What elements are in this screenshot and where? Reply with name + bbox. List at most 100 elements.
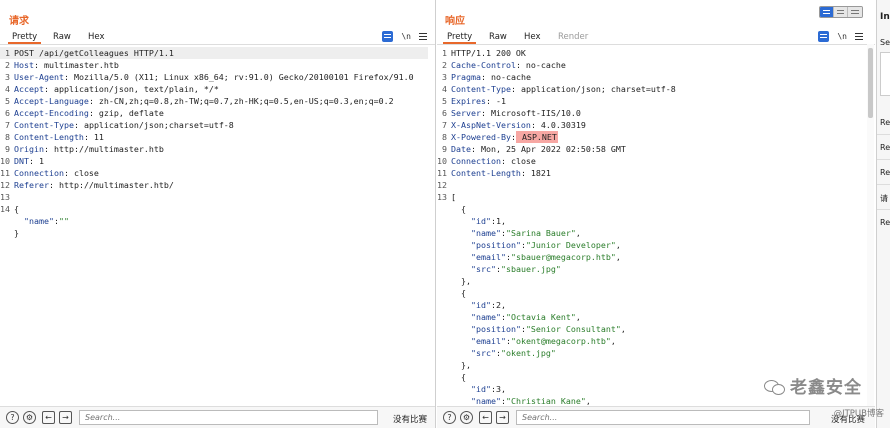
code-text: }, <box>451 360 471 370</box>
inspector-item[interactable]: 请 <box>880 193 888 204</box>
header-name: Date <box>451 144 471 154</box>
json-key: "email" <box>470 336 506 346</box>
line-number: 1 <box>5 48 10 58</box>
json-string-value: "okent.jpg" <box>500 348 556 358</box>
code-text: [ <box>451 192 456 202</box>
request-editor[interactable]: 1 POST /api/getColleagues HTTP/1.1 2 Host: … <box>0 44 435 406</box>
response-editor[interactable]: 1 HTTP/1.1 200 OK 2 Cache-Control: no-cache… <box>437 44 875 406</box>
line-number <box>437 371 451 383</box>
header-name: Referer <box>14 180 49 190</box>
request-tab-pretty[interactable]: Pretty <box>8 30 42 44</box>
header-name: X-Powered-By <box>451 132 511 142</box>
message-actions-icon[interactable] <box>382 30 394 42</box>
code-line: "id":2, <box>437 299 676 311</box>
json-punct: , <box>615 240 621 250</box>
header-value: http://multimaster.htb/ <box>53 180 174 190</box>
header-name: Accept <box>14 84 44 94</box>
code-text: { <box>451 372 466 382</box>
header-name: Server <box>451 108 481 118</box>
header-value: close <box>68 168 99 178</box>
response-scrollbar[interactable] <box>867 44 874 406</box>
layout-toggle[interactable] <box>819 6 863 18</box>
message-actions-icon[interactable] <box>818 30 830 42</box>
header-value: no-cache <box>485 72 531 82</box>
header-name: Connection <box>14 168 64 178</box>
code-line: 12 Referer: http://multimaster.htb/ <box>0 180 174 190</box>
arrow-right-icon[interactable]: → <box>496 411 509 424</box>
json-string-value: "" <box>58 216 69 226</box>
request-code[interactable]: 1 POST /api/getColleagues HTTP/1.1 2 Host: … <box>0 47 428 239</box>
code-line: 1 POST /api/getColleagues HTTP/1.1 <box>0 47 428 59</box>
newline-toggle-icon[interactable]: \n <box>837 32 847 41</box>
line-number: 12 <box>437 180 447 190</box>
layout-side-by-side-icon[interactable] <box>820 7 834 17</box>
layout-vertical-icon[interactable] <box>834 7 848 17</box>
request-search-input[interactable] <box>79 410 378 425</box>
header-value: 1821 <box>525 168 551 178</box>
response-code[interactable]: 1 HTTP/1.1 200 OK 2 Cache-Control: no-cache… <box>437 47 676 406</box>
inspector-item[interactable]: Re <box>880 118 890 127</box>
scrollbar-thumb[interactable] <box>868 48 873 118</box>
inspector-item[interactable]: Re <box>880 143 890 152</box>
code-line: 6 Server: Microsoft-IIS/10.0 <box>437 107 676 119</box>
json-string-value: "Senior Consultant" <box>525 324 621 334</box>
code-line: 6 Accept-Encoding: gzip, deflate <box>0 107 428 119</box>
header-name: Origin <box>14 144 44 154</box>
header-value: 1 <box>34 156 44 166</box>
arrow-left-icon[interactable]: ← <box>42 411 55 424</box>
inspector-item[interactable]: Se <box>880 38 890 47</box>
response-toolbar: \n <box>818 30 863 42</box>
inspector-divider <box>877 184 890 185</box>
json-string-value: "sbauer.jpg" <box>500 264 561 274</box>
code-text: POST /api/getColleagues HTTP/1.1 <box>14 48 174 58</box>
menu-icon[interactable] <box>419 32 427 40</box>
json-key: "src" <box>470 348 496 358</box>
inspector-item[interactable]: Re <box>880 168 890 177</box>
line-number <box>437 323 451 335</box>
code-text: { <box>451 204 466 214</box>
response-tab-raw[interactable]: Raw <box>485 30 511 44</box>
header-value: application/json, text/plain, */* <box>48 84 219 94</box>
line-number <box>437 263 451 275</box>
help-icon[interactable]: ? <box>6 411 19 424</box>
help-icon[interactable]: ? <box>443 411 456 424</box>
inspector-divider <box>877 209 890 210</box>
response-tab-hex[interactable]: Hex <box>520 30 545 44</box>
code-line: 13 [ <box>437 191 676 203</box>
line-number <box>437 299 451 311</box>
line-number: 2 <box>442 60 447 70</box>
request-tab-raw[interactable]: Raw <box>49 30 75 44</box>
inspector-item[interactable]: Re <box>880 218 890 227</box>
code-line: "name": "" <box>0 215 428 227</box>
line-number: 11 <box>0 168 10 178</box>
line-number: 7 <box>442 120 447 130</box>
line-number <box>437 335 451 347</box>
code-line: { <box>437 287 676 299</box>
newline-toggle-icon[interactable]: \n <box>401 32 411 41</box>
menu-icon[interactable] <box>855 32 863 40</box>
json-key: "position" <box>470 240 521 250</box>
request-tab-hex[interactable]: Hex <box>84 30 109 44</box>
header-name: Accept-Language <box>14 96 89 106</box>
response-search-input[interactable] <box>516 410 810 425</box>
code-line: 4 Content-Type: application/json; charset… <box>437 83 676 95</box>
code-line: "email": "sbauer@megacorp.htb", <box>437 251 676 263</box>
code-line: 3 Pragma: no-cache <box>437 71 676 83</box>
header-value: Mon, 25 Apr 2022 02:50:58 GMT <box>475 144 626 154</box>
line-number: 12 <box>0 180 10 190</box>
response-tab-render[interactable]: Render <box>554 30 592 44</box>
response-tab-pretty[interactable]: Pretty <box>443 30 477 44</box>
gear-icon[interactable]: ⚙ <box>23 411 36 424</box>
arrow-right-icon[interactable]: → <box>59 411 72 424</box>
arrow-left-icon[interactable]: ← <box>479 411 492 424</box>
code-line: 5 Accept-Language: zh-CN,zh;q=0.8,zh-TW;q… <box>0 95 428 107</box>
line-number: 8 <box>442 132 447 142</box>
code-line: 13 <box>0 191 428 203</box>
inspector-panel: Ins Se Re Re Re 请 Re <box>876 0 890 428</box>
code-line: "position": "Senior Consultant", <box>437 323 676 335</box>
layout-tabs-icon[interactable] <box>848 7 862 17</box>
gear-icon[interactable]: ⚙ <box>460 411 473 424</box>
